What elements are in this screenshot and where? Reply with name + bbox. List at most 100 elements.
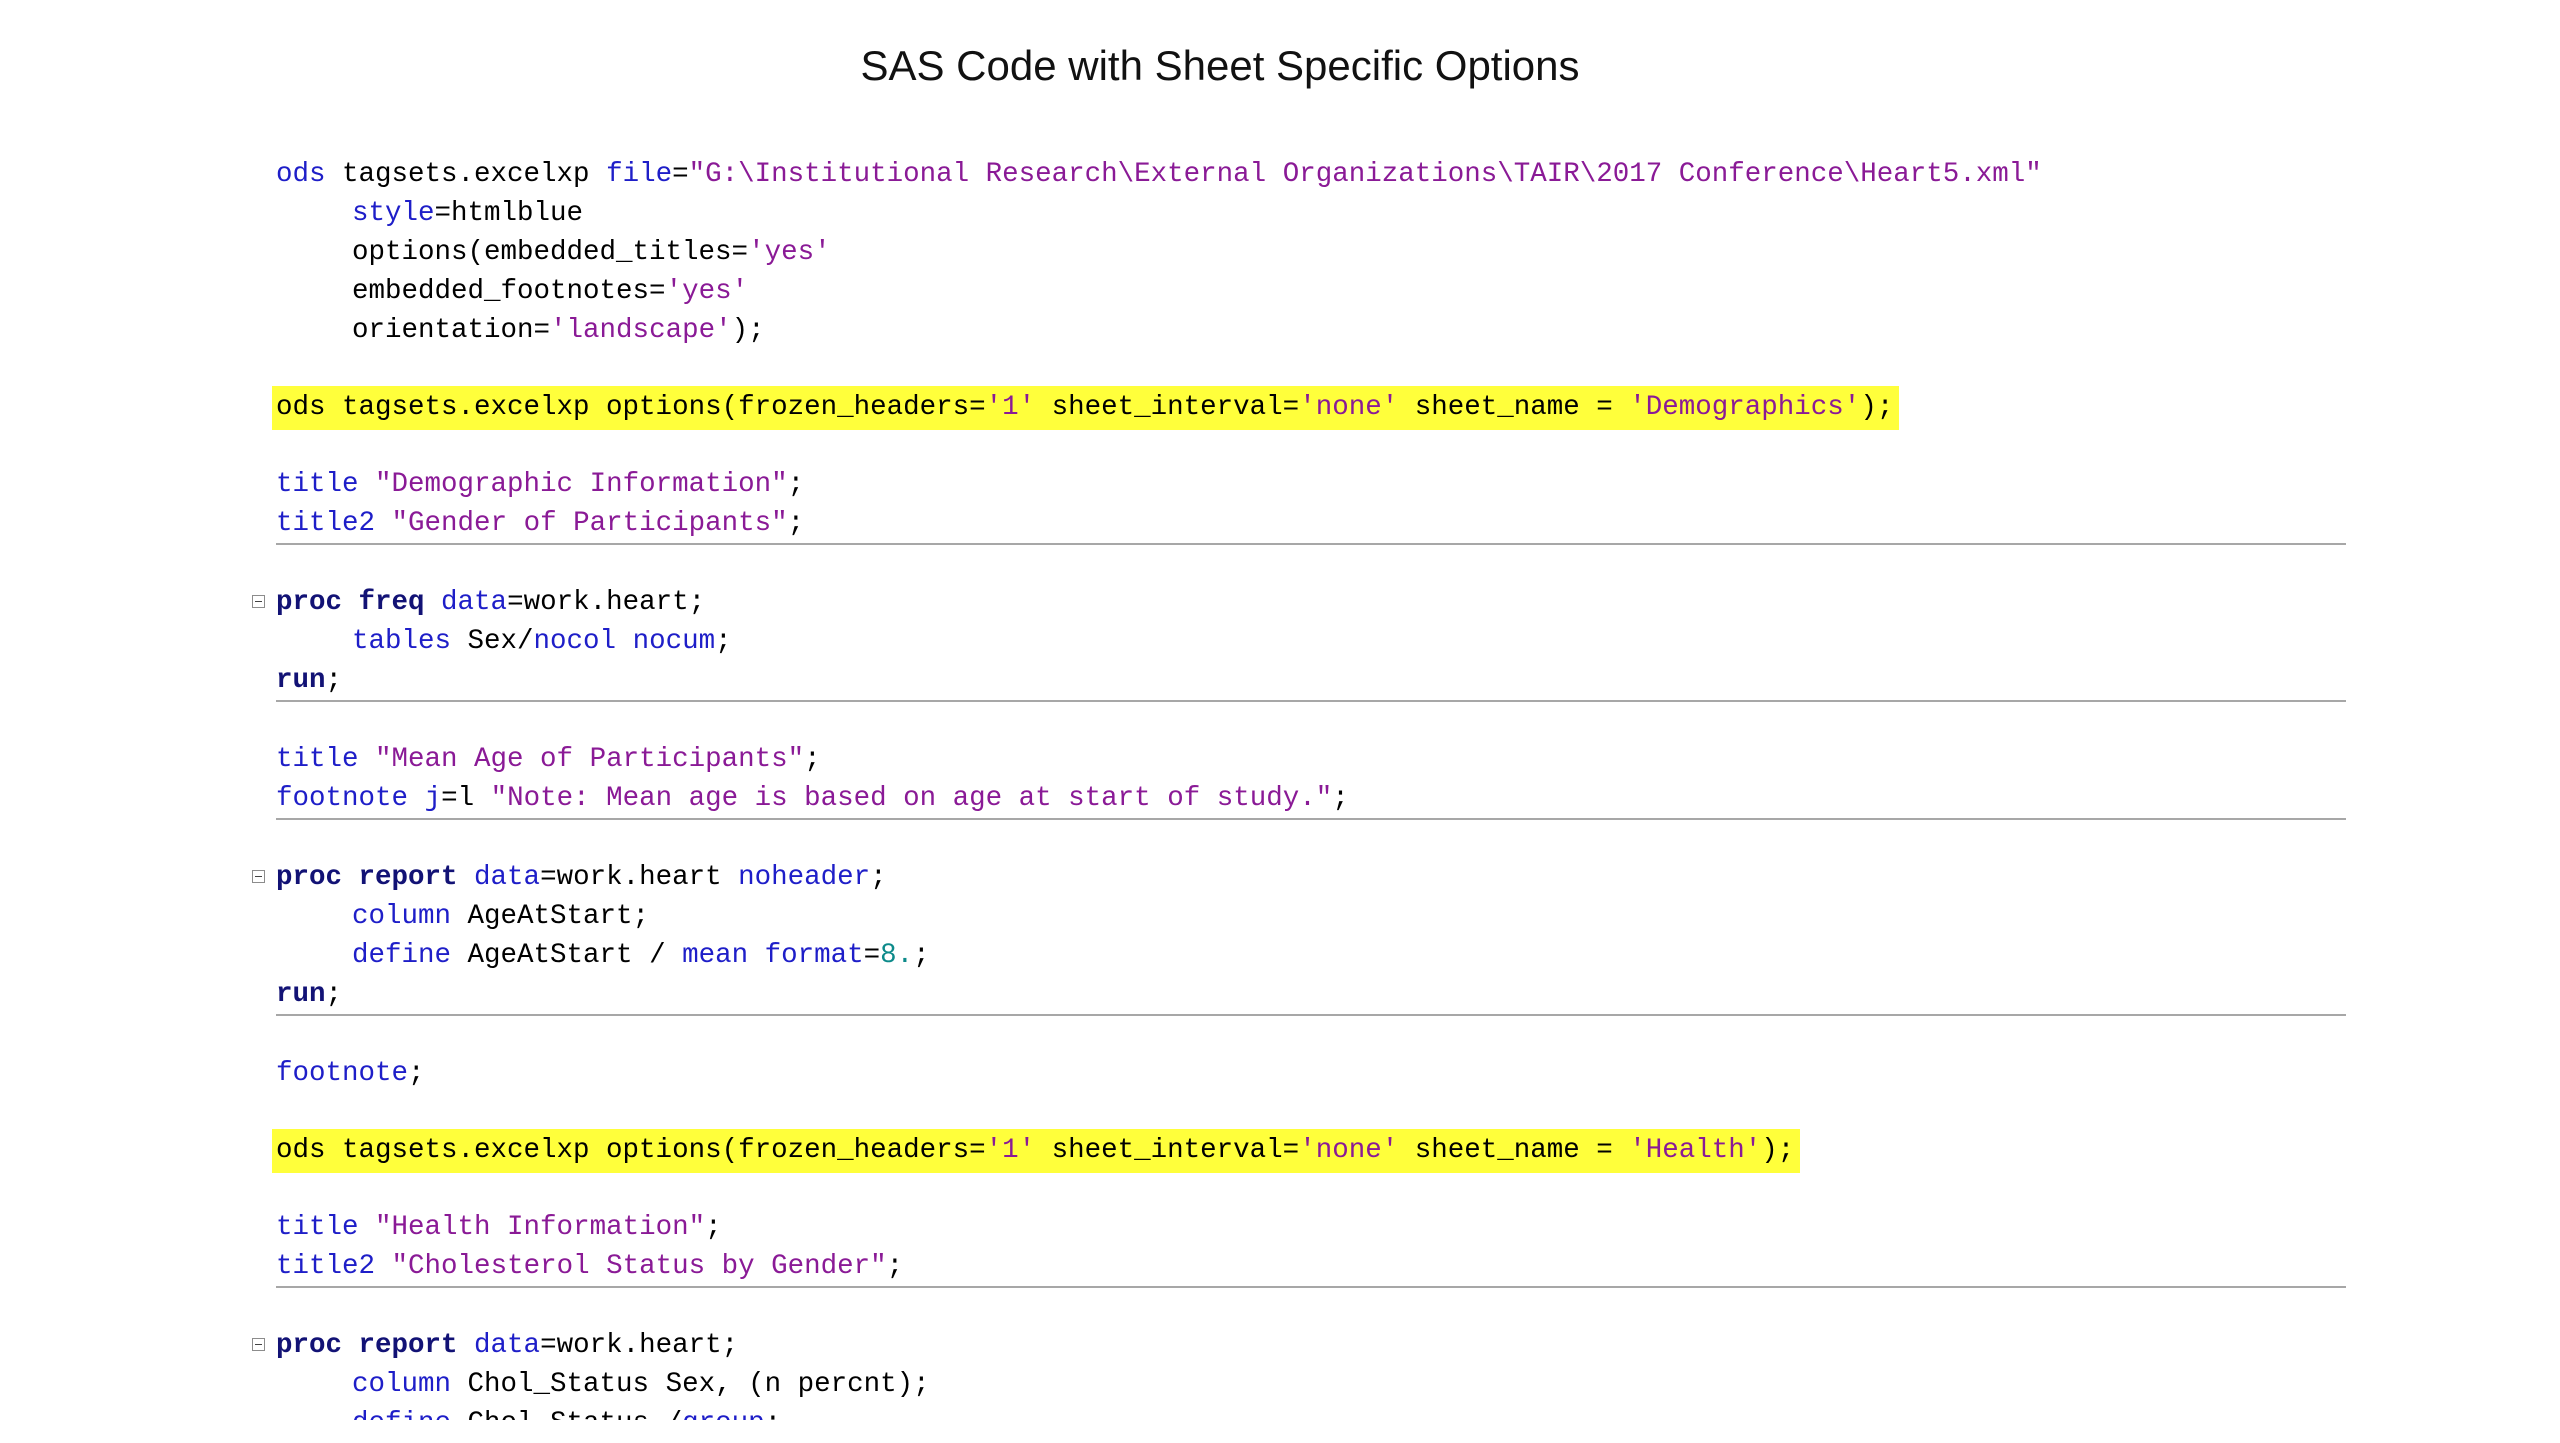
code-token: 'none' bbox=[1299, 1135, 1399, 1166]
code-token: title2 bbox=[276, 1251, 376, 1282]
code-token: =work.heart; bbox=[540, 1330, 739, 1361]
code-token: footnote bbox=[276, 783, 409, 814]
code-line: column Chol_Status Sex, (n percnt); bbox=[276, 1365, 2346, 1404]
code-line: title "Health Information"; bbox=[276, 1208, 2346, 1247]
code-token: title bbox=[276, 1212, 359, 1243]
slide-title: SAS Code with Sheet Specific Options bbox=[860, 42, 1580, 89]
code-token: tables bbox=[352, 626, 452, 657]
code-token: ; bbox=[787, 469, 805, 500]
code-token: data bbox=[474, 862, 541, 893]
code-token: "Gender of Participants" bbox=[391, 508, 788, 539]
code-line: title2 "Cholesterol Status by Gender"; bbox=[276, 1247, 2346, 1288]
code-token: ; bbox=[715, 626, 732, 657]
code-token: "Mean Age of Participants" bbox=[375, 744, 805, 775]
code-token: ); bbox=[731, 315, 765, 346]
code-token: 'yes' bbox=[748, 237, 831, 268]
code-token: '1' bbox=[985, 1135, 1036, 1166]
code-line: footnote; bbox=[276, 1054, 2346, 1093]
code-token: 'Demographics' bbox=[1629, 392, 1861, 423]
code-token: =l bbox=[441, 783, 491, 814]
code-token: sheet_name = bbox=[1398, 392, 1630, 423]
code-token: ods tagsets.excelxp options(frozen_heade… bbox=[276, 1135, 986, 1166]
code-line: style=htmlblue bbox=[276, 194, 2346, 233]
code-line: ods tagsets.excelxp file="G:\Institution… bbox=[276, 155, 2346, 194]
code-token: =htmlblue bbox=[434, 198, 584, 229]
code-line: options(embedded_titles='yes' bbox=[276, 233, 2346, 272]
code-token: run bbox=[276, 665, 326, 696]
code-line: title "Mean Age of Participants"; bbox=[276, 740, 2346, 779]
code-token: ; bbox=[804, 744, 821, 775]
code-token: proc report bbox=[276, 1330, 458, 1361]
code-token: Sex/ bbox=[451, 626, 534, 657]
code-token: 'yes' bbox=[665, 276, 749, 307]
code-token: = bbox=[863, 940, 881, 971]
code-token: title bbox=[276, 744, 359, 775]
code-token: define bbox=[352, 940, 452, 971]
code-token: = bbox=[672, 159, 689, 190]
code-token: ; bbox=[325, 979, 343, 1010]
code-token: '1' bbox=[985, 392, 1036, 423]
code-line: title2 "Gender of Participants"; bbox=[276, 504, 2346, 545]
code-token: orientation= bbox=[352, 315, 551, 346]
code-token: 8. bbox=[880, 940, 914, 971]
code-token: ; bbox=[408, 1058, 425, 1089]
code-token: ); bbox=[1860, 392, 1894, 423]
code-token: nocol nocum bbox=[533, 626, 716, 657]
code-token: options(embedded_titles= bbox=[352, 237, 749, 268]
code-token: proc freq bbox=[276, 587, 425, 618]
code-token: ; bbox=[325, 665, 343, 696]
code-token: AgeAtStart; bbox=[451, 901, 650, 932]
code-line: proc report data=work.heart noheader; bbox=[252, 858, 2346, 897]
code-token: title2 bbox=[276, 508, 376, 539]
collapse-minus-icon[interactable] bbox=[252, 595, 265, 608]
code-token: data bbox=[474, 1330, 541, 1361]
code-token: ; bbox=[886, 1251, 904, 1282]
code-editor[interactable]: ods tagsets.excelxp file="G:\Institution… bbox=[252, 155, 2346, 1443]
highlighted-code-line: ods tagsets.excelxp options(frozen_heade… bbox=[272, 1129, 2346, 1173]
code-token: 'landscape' bbox=[550, 315, 732, 346]
code-line: run; bbox=[276, 975, 2346, 1016]
code-line: column AgeAtStart; bbox=[276, 897, 2346, 936]
code-token: =work.heart; bbox=[507, 587, 706, 618]
code-token: "Note: Mean age is based on age at start… bbox=[490, 783, 1333, 814]
code-token: "Demographic Information" bbox=[375, 469, 788, 500]
code-token: "G:\Institutional Research\External Orga… bbox=[688, 159, 2042, 190]
code-token: ods bbox=[276, 159, 326, 190]
code-token: Chol_Status Sex, (n percnt); bbox=[451, 1369, 930, 1400]
code-token: 'Health' bbox=[1629, 1135, 1762, 1166]
code-token: ; bbox=[913, 940, 930, 971]
code-token: style bbox=[352, 198, 435, 229]
code-token: "Health Information" bbox=[375, 1212, 706, 1243]
code-token: tagsets.excelxp bbox=[325, 159, 607, 190]
code-token: ; bbox=[787, 508, 805, 539]
code-line: proc freq data=work.heart; bbox=[252, 583, 2346, 622]
code-token: mean bbox=[682, 940, 749, 971]
code-token: format bbox=[764, 940, 864, 971]
code-token: embedded_footnotes= bbox=[352, 276, 666, 307]
code-token: j bbox=[424, 783, 442, 814]
collapse-minus-icon[interactable] bbox=[252, 870, 265, 883]
code-token: proc report bbox=[276, 862, 458, 893]
code-token: sheet_name = bbox=[1398, 1135, 1630, 1166]
code-line: proc report data=work.heart; bbox=[252, 1326, 2346, 1365]
code-token: AgeAtStart / bbox=[451, 940, 683, 971]
highlight-demographics: ods tagsets.excelxp options(frozen_heade… bbox=[272, 386, 1900, 430]
code-line: title "Demographic Information"; bbox=[276, 465, 2346, 504]
code-token: ; bbox=[705, 1212, 722, 1243]
code-token: footnote bbox=[276, 1058, 409, 1089]
collapse-minus-icon[interactable] bbox=[252, 1338, 265, 1351]
code-token: file bbox=[606, 159, 673, 190]
code-token: noheader bbox=[738, 862, 871, 893]
